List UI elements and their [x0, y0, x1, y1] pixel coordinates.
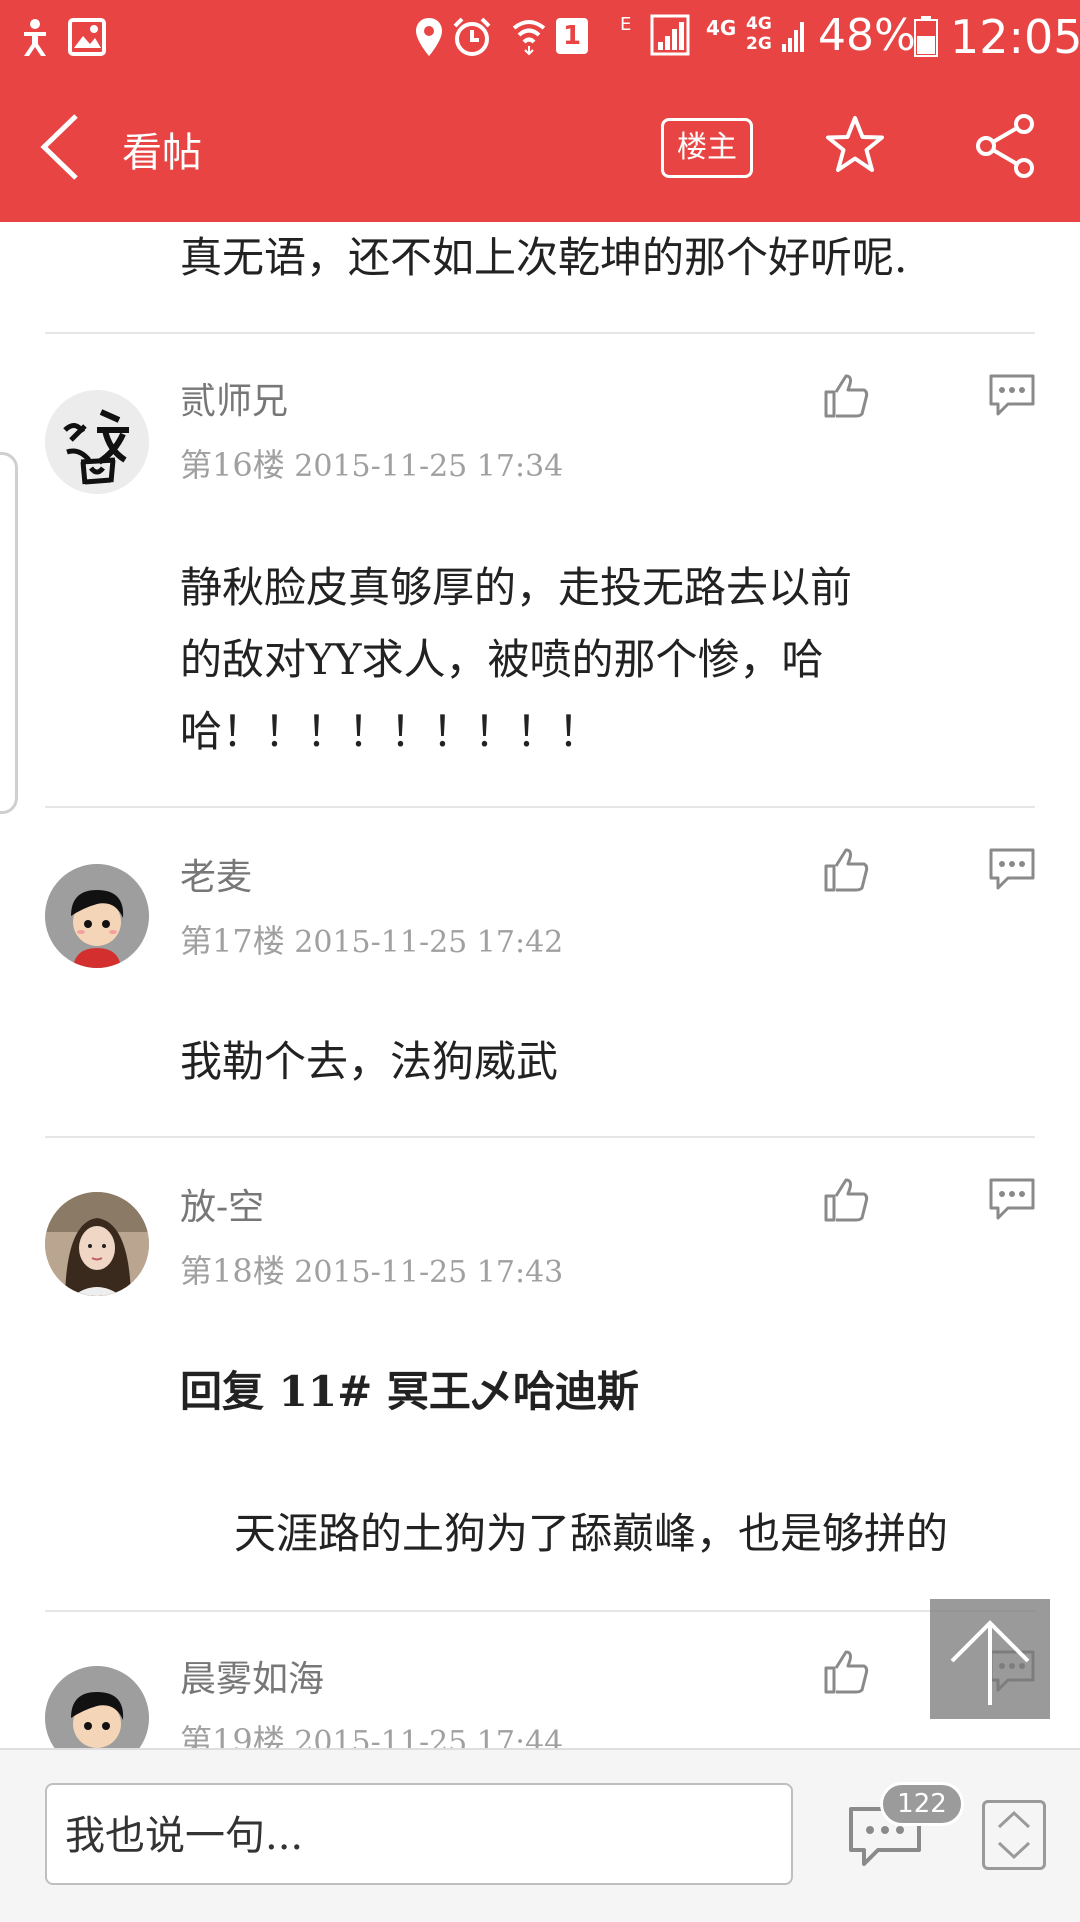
status-bar: 1 E 4G 4G 2G 48% 12:05	[0, 0, 1080, 76]
network-indicator-1: 4G	[706, 16, 737, 40]
accessibility-icon	[18, 18, 52, 62]
network-indicator-3: 2G	[746, 34, 772, 54]
post-body: 我勒个去，法狗威武	[180, 1026, 558, 1098]
signal-bars-icon	[782, 18, 806, 58]
image-notification-icon	[68, 18, 106, 60]
floor-number: 第16楼	[180, 446, 285, 484]
clock: 12:05	[950, 10, 1080, 64]
divider	[45, 806, 1035, 808]
comment-icon	[989, 1178, 1035, 1220]
divider	[45, 1136, 1035, 1138]
post-datetime: 2015-11-25 17:43	[294, 1255, 564, 1290]
signal-icon	[650, 14, 690, 60]
alarm-icon	[452, 16, 492, 62]
post-body-line: 哈！！！！！！！！！	[180, 707, 601, 756]
post-author[interactable]: 老麦	[180, 848, 252, 900]
scroll-top-icon	[950, 1620, 1030, 1705]
comment-input[interactable]: 我也说一句...	[45, 1783, 793, 1885]
like-button[interactable]	[822, 846, 870, 894]
calligraphy-avatar-image	[45, 390, 149, 494]
floor-number: 第17楼	[180, 922, 285, 960]
edge-indicator: E	[620, 14, 632, 35]
post-datetime: 2015-11-25 17:34	[294, 449, 564, 484]
nav-updown-icon	[997, 1810, 1031, 1860]
post-author[interactable]: 晨雾如海	[180, 1650, 324, 1702]
location-icon	[414, 16, 444, 62]
post-datetime: 2015-11-25 17:42	[294, 925, 564, 960]
reply-button[interactable]	[988, 846, 1036, 894]
avatar[interactable]	[45, 1192, 149, 1296]
comment-count-badge: 122	[880, 1782, 964, 1826]
post-meta: 第17楼 2015-11-25 17:42	[180, 916, 563, 962]
comment-icon	[989, 374, 1035, 416]
reply-button[interactable]	[988, 1176, 1036, 1224]
photo-avatar-image	[45, 1192, 149, 1296]
avatar[interactable]	[45, 390, 149, 494]
post-meta: 第16楼 2015-11-25 17:34	[180, 440, 563, 486]
scroll-to-top-button[interactable]	[930, 1599, 1050, 1719]
network-indicator-2: 4G	[746, 14, 772, 34]
divider	[45, 1610, 1035, 1612]
like-button[interactable]	[822, 372, 870, 420]
post-author[interactable]: 放-空	[180, 1178, 264, 1230]
post-body-line: 我勒个去，法狗威武	[180, 1037, 559, 1086]
reply-quote-header: 回复 11# 冥王乄哈迪斯	[180, 1367, 639, 1416]
post-body: 天涯路的土狗为了舔巅峰，也是够拼的	[234, 1498, 948, 1570]
post-body: 静秋脸皮真够厚的，走投无路去以前 的敌对YY求人，被喷的那个惨，哈 哈！！！！！…	[180, 552, 852, 768]
page-title: 看帖	[122, 130, 202, 176]
like-icon	[824, 1178, 869, 1222]
star-icon	[826, 116, 884, 172]
like-icon	[824, 848, 869, 892]
like-icon	[824, 374, 869, 418]
share-icon	[976, 114, 1034, 178]
like-button[interactable]	[822, 1648, 870, 1696]
side-drawer-handle[interactable]	[0, 452, 18, 814]
sim-indicator: 1	[556, 18, 588, 54]
floor-number: 第18楼	[180, 1252, 285, 1290]
battery-icon	[914, 16, 938, 62]
back-button[interactable]	[36, 112, 86, 182]
reply-button[interactable]	[988, 372, 1036, 420]
like-icon	[824, 1650, 869, 1694]
back-icon	[40, 114, 78, 180]
comment-icon	[989, 848, 1035, 890]
cartoon-boy-avatar-image	[45, 864, 149, 968]
battery-percent: 48%	[818, 10, 916, 61]
page-nav-button[interactable]	[982, 1800, 1046, 1870]
post-body-line: 天涯路的土狗为了舔巅峰，也是够拼的	[234, 1509, 949, 1558]
wifi-icon	[512, 18, 546, 60]
favorite-button[interactable]	[824, 114, 886, 176]
post-body-line: 静秋脸皮真够厚的，走投无路去以前	[180, 563, 853, 612]
share-button[interactable]	[974, 114, 1038, 178]
like-button[interactable]	[822, 1176, 870, 1224]
post-15-body: 真无语，还不如上次乾坤的那个好听呢.	[180, 233, 908, 282]
divider	[45, 332, 1035, 334]
post-body-line: 的敌对YY求人，被喷的那个惨，哈	[180, 635, 824, 684]
post-author[interactable]: 贰师兄	[180, 372, 288, 424]
owner-only-button[interactable]: 楼主	[661, 118, 753, 178]
post-meta: 第18楼 2015-11-25 17:43	[180, 1246, 563, 1292]
avatar[interactable]	[45, 864, 149, 968]
